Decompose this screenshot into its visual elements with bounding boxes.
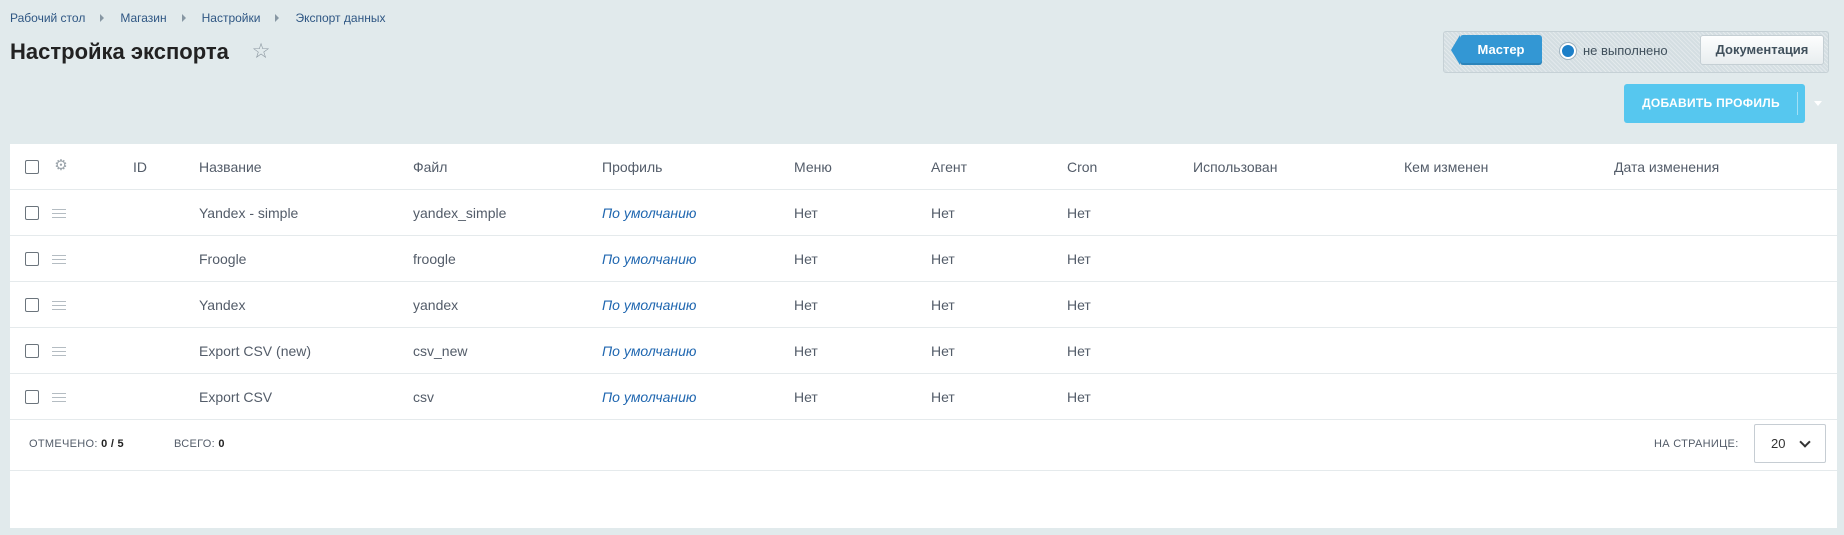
- total-count: ВСЕГО: 0: [174, 417, 225, 471]
- column-header-profile[interactable]: Профиль: [602, 144, 662, 190]
- column-header-agent[interactable]: Агент: [931, 144, 967, 190]
- per-page-label: НА СТРАНИЦЕ:: [1654, 438, 1739, 450]
- column-header-cron[interactable]: Cron: [1067, 144, 1097, 190]
- chevron-down-icon: [1799, 436, 1811, 448]
- selected-label: ОТМЕЧЕНО:: [29, 438, 98, 450]
- selected-value: 0 / 5: [101, 438, 124, 450]
- cell-profile-link[interactable]: По умолчанию: [602, 236, 696, 282]
- select-all-checkbox[interactable]: [25, 160, 39, 174]
- cell-profile-link[interactable]: По умолчанию: [602, 328, 696, 374]
- cell-cron: Нет: [1067, 251, 1091, 267]
- table-row[interactable]: Yandex - simple yandex_simple По умолчан…: [10, 190, 1837, 236]
- cell-menu: Нет: [794, 297, 818, 313]
- drag-handle-icon[interactable]: [52, 209, 66, 218]
- cell-profile-link[interactable]: По умолчанию: [602, 190, 696, 236]
- cell-file: csv: [413, 389, 434, 405]
- cell-cron: Нет: [1067, 343, 1091, 359]
- cell-cron: Нет: [1067, 389, 1091, 405]
- add-profile-button[interactable]: ДОБАВИТЬ ПРОФИЛЬ: [1624, 84, 1805, 123]
- cell-file: csv_new: [413, 343, 468, 359]
- cell-profile-link[interactable]: По умолчанию: [602, 374, 696, 420]
- selected-count: ОТМЕЧЕНО: 0 / 5: [29, 417, 124, 471]
- cell-name: Yandex - simple: [199, 205, 299, 221]
- cell-file: yandex_simple: [413, 205, 507, 221]
- star-icon[interactable]: ☆: [250, 41, 272, 63]
- breadcrumb: Рабочий стол Магазин Настройки Экспорт д…: [10, 11, 385, 25]
- drag-handle-icon[interactable]: [52, 347, 66, 356]
- drag-handle-icon[interactable]: [52, 255, 66, 264]
- column-header-used[interactable]: Использован: [1193, 144, 1277, 190]
- table-row[interactable]: Yandex yandex По умолчанию Нет Нет Нет: [10, 282, 1837, 328]
- total-value: 0: [218, 438, 225, 450]
- table-row[interactable]: Froogle froogle По умолчанию Нет Нет Нет: [10, 236, 1837, 282]
- breadcrumb-separator: [181, 14, 186, 22]
- status-text: не выполнено: [1583, 43, 1668, 58]
- gear-icon[interactable]: ⚙: [52, 157, 70, 175]
- add-profile-label: ДОБАВИТЬ ПРОФИЛЬ: [1642, 96, 1780, 110]
- row-checkbox[interactable]: [25, 298, 39, 312]
- cell-menu: Нет: [794, 251, 818, 267]
- table-footer: ОТМЕЧЕНО: 0 / 5 ВСЕГО: 0 НА СТРАНИЦЕ: 20: [10, 417, 1837, 471]
- drag-handle-icon[interactable]: [52, 301, 66, 310]
- row-checkbox[interactable]: [25, 390, 39, 404]
- page-title: Настройка экспорта: [10, 39, 229, 64]
- cell-menu: Нет: [794, 343, 818, 359]
- breadcrumb-item-shop[interactable]: Магазин: [120, 11, 166, 25]
- cell-agent: Нет: [931, 205, 955, 221]
- per-page-select[interactable]: 20: [1754, 424, 1826, 463]
- column-header-changed-by[interactable]: Кем изменен: [1404, 144, 1488, 190]
- table-row[interactable]: Export CSV (new) csv_new По умолчанию Не…: [10, 328, 1837, 374]
- cell-agent: Нет: [931, 297, 955, 313]
- column-header-id[interactable]: ID: [133, 144, 147, 190]
- cell-menu: Нет: [794, 205, 818, 221]
- cell-file: yandex: [413, 297, 459, 313]
- export-profiles-table: ⚙ ID Название Файл Профиль Меню Агент Cr…: [10, 144, 1837, 528]
- cell-agent: Нет: [931, 343, 955, 359]
- cell-menu: Нет: [794, 389, 818, 405]
- master-button[interactable]: Мастер: [1451, 35, 1542, 65]
- row-checkbox[interactable]: [25, 206, 39, 220]
- cell-cron: Нет: [1067, 205, 1091, 221]
- cell-agent: Нет: [931, 251, 955, 267]
- column-header-menu[interactable]: Меню: [794, 144, 832, 190]
- row-checkbox[interactable]: [25, 344, 39, 358]
- per-page-value: 20: [1771, 436, 1786, 451]
- column-header-file[interactable]: Файл: [413, 144, 447, 190]
- cell-name: Yandex: [199, 297, 246, 313]
- cell-name: Export CSV (new): [199, 343, 312, 359]
- total-label: ВСЕГО:: [174, 438, 216, 450]
- cell-profile-link[interactable]: По умолчанию: [602, 282, 696, 328]
- row-checkbox[interactable]: [25, 252, 39, 266]
- cell-file: froogle: [413, 251, 456, 267]
- breadcrumb-item-settings[interactable]: Настройки: [202, 11, 261, 25]
- documentation-button[interactable]: Документация: [1700, 35, 1824, 65]
- table-row[interactable]: Export CSV csv По умолчанию Нет Нет Нет: [10, 374, 1837, 420]
- cell-agent: Нет: [931, 389, 955, 405]
- cell-cron: Нет: [1067, 297, 1091, 313]
- button-divider: [1797, 92, 1798, 115]
- cell-name: Export CSV: [199, 389, 273, 405]
- column-header-changed-at[interactable]: Дата изменения: [1614, 144, 1719, 190]
- breadcrumb-separator: [275, 14, 280, 22]
- chevron-down-icon[interactable]: [1814, 101, 1822, 106]
- breadcrumb-separator: [100, 14, 105, 22]
- status-indicator-icon: [1560, 43, 1576, 59]
- drag-handle-icon[interactable]: [52, 393, 66, 402]
- breadcrumb-item-desktop[interactable]: Рабочий стол: [10, 11, 85, 25]
- column-header-name[interactable]: Название: [199, 144, 262, 190]
- cell-name: Froogle: [199, 251, 247, 267]
- table-header: ⚙ ID Название Файл Профиль Меню Агент Cr…: [10, 144, 1837, 190]
- breadcrumb-item-data-export[interactable]: Экспорт данных: [295, 11, 385, 25]
